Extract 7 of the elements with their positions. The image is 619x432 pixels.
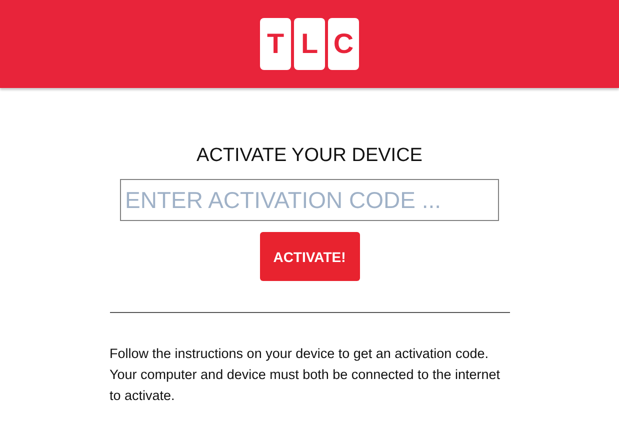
logo-letter: L [294,18,325,70]
logo-letter: C [328,18,359,70]
instructions-text: Follow the instructions on your device to get an activation code. Your computer and device must both be connected to the internet to activate. [110,345,502,405]
page-title: ACTIVATE YOUR DEVICE [196,144,422,168]
logo-letter: T [260,18,291,70]
activation-code-field[interactable]: ENTER ACTIVATION CODE ... [120,179,499,221]
activate-button[interactable]: ACTIVATE! [260,232,360,281]
